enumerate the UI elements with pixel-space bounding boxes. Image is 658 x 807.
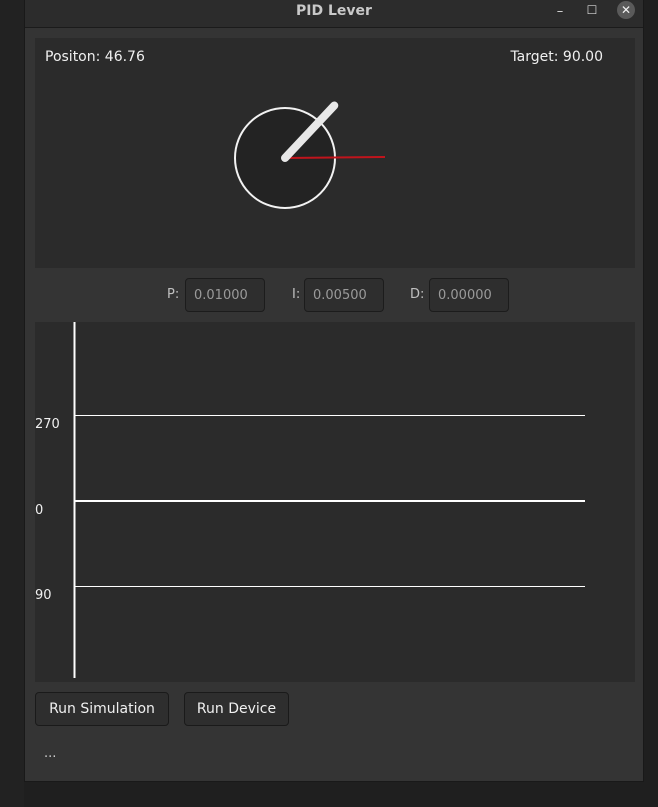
tick-label-270: 270 xyxy=(35,417,60,432)
dial-canvas xyxy=(234,101,386,209)
d-label: D: xyxy=(410,287,425,302)
minimize-icon[interactable]: – xyxy=(553,2,567,24)
p-gain-input[interactable] xyxy=(185,278,265,312)
run-simulation-button[interactable]: Run Simulation xyxy=(35,692,169,726)
maximize-icon[interactable]: ☐ xyxy=(585,0,599,22)
tick-label-0: 0 xyxy=(35,503,44,518)
desktop-background xyxy=(0,0,24,807)
graph-panel: 270 0 90 xyxy=(35,322,635,682)
window-title: PID Lever xyxy=(296,3,372,19)
close-icon[interactable]: ✕ xyxy=(617,1,635,19)
d-gain-input[interactable] xyxy=(429,278,509,312)
i-gain-input[interactable] xyxy=(304,278,384,312)
graph-canvas xyxy=(73,322,585,678)
dial-panel: Positon: 46.76 Target: 90.00 xyxy=(35,38,635,268)
run-device-button[interactable]: Run Device xyxy=(184,692,289,726)
target-line xyxy=(284,156,386,159)
p-label: P: xyxy=(167,287,180,302)
app-window: PID Lever – ☐ ✕ Positon: 46.76 Target: 9… xyxy=(24,0,644,782)
pid-controls: P: I: D: xyxy=(25,278,645,312)
tick-label-90: 90 xyxy=(35,588,52,603)
status-text: ... xyxy=(44,746,57,761)
i-label: I: xyxy=(292,287,301,302)
title-bar[interactable]: PID Lever – ☐ ✕ xyxy=(25,0,643,28)
